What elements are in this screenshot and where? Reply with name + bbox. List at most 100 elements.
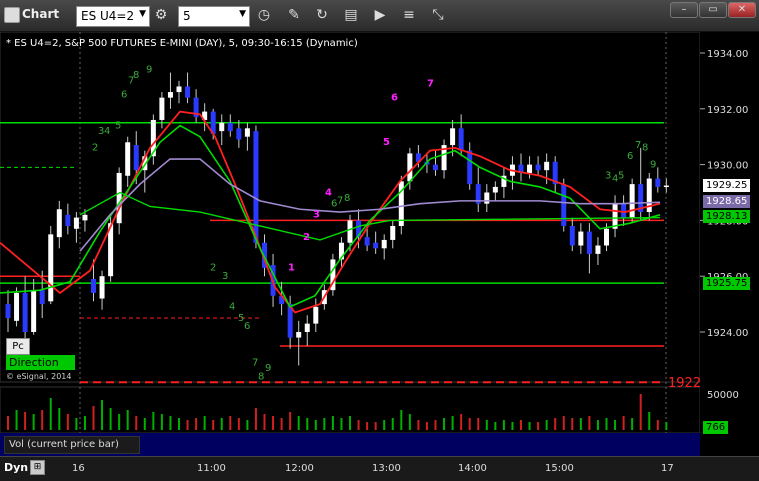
symbol-value: ES U4=2 xyxy=(81,9,135,23)
volume-bar xyxy=(323,418,326,430)
maximize-button[interactable]: ▭ xyxy=(699,2,727,18)
chart-area[interactable]: 1934.001932.001930.001928.001926.001924.… xyxy=(0,32,759,456)
volume-bar xyxy=(614,420,617,430)
time-axis-bar: Dyn ⊞ 16 11:00 12:00 13:00 14:00 15:00 1… xyxy=(0,456,759,481)
setup-count-label: 6 xyxy=(391,92,398,103)
candle-body xyxy=(544,161,550,171)
volume-bar xyxy=(349,416,351,430)
candle-body xyxy=(159,97,165,120)
volume-bar xyxy=(648,412,651,430)
play-icon[interactable]: ▶ xyxy=(369,5,391,26)
volume-bar xyxy=(588,416,591,430)
setup-count-label: 4 xyxy=(325,187,332,198)
candle-body xyxy=(48,234,54,302)
volume-bar xyxy=(374,422,377,430)
candle-body xyxy=(227,122,233,132)
candle-body xyxy=(185,86,191,98)
setup-count-label: 7 xyxy=(427,78,434,89)
candle-body xyxy=(629,184,635,218)
volume-bar xyxy=(477,418,480,430)
volume-bar xyxy=(314,420,317,430)
volume-bar xyxy=(520,420,522,430)
volume-bar xyxy=(169,416,172,430)
volume-bar xyxy=(75,418,78,430)
setup-count-label: 2 xyxy=(303,232,310,243)
candle-body xyxy=(244,128,250,137)
candle-body xyxy=(578,231,584,246)
volume-bar xyxy=(126,410,129,430)
volume-bar xyxy=(545,420,548,430)
candle-body xyxy=(364,237,370,246)
sequential-count-label: 8 xyxy=(344,193,350,204)
volume-bar xyxy=(152,412,155,430)
candle-body xyxy=(91,278,96,293)
volume-bar xyxy=(391,418,394,430)
sequential-count-label: 8 xyxy=(133,70,139,81)
chart-canvas[interactable]: 1934.001932.001930.001928.001926.001924.… xyxy=(0,32,759,456)
candle-body xyxy=(73,217,79,229)
time-label: 13:00 xyxy=(372,463,401,474)
chevron-down-icon[interactable]: ▼ xyxy=(139,9,146,19)
volume-bar xyxy=(41,410,44,430)
sequential-count-label: 9 xyxy=(146,65,152,76)
refresh-icon[interactable]: ↻ xyxy=(311,5,333,26)
link-icon[interactable]: ⤡ xyxy=(427,5,449,26)
volume-bar xyxy=(485,420,488,430)
volume-bar xyxy=(554,418,557,430)
sequential-count-label: 5 xyxy=(618,171,624,182)
minimize-button[interactable]: – xyxy=(670,2,698,18)
candle-body xyxy=(5,304,11,319)
volume-tag: 766 xyxy=(703,421,729,434)
volume-bar xyxy=(15,410,18,430)
volume-bar xyxy=(331,416,334,430)
copyright-text: © eSignal, 2014 xyxy=(6,372,72,381)
volume-bar xyxy=(58,408,61,430)
chevron-down-icon[interactable]: ▼ xyxy=(239,9,246,19)
candle-body xyxy=(347,220,353,243)
menu-icon[interactable]: ≡ xyxy=(398,5,420,26)
dyn-label[interactable]: Dyn xyxy=(4,461,28,474)
volume-bar xyxy=(263,414,266,430)
time-label: 15:00 xyxy=(545,463,574,474)
sequential-count-label: 7 xyxy=(635,140,641,151)
candle-body xyxy=(296,332,302,338)
volume-bar xyxy=(631,418,634,430)
properties-icon[interactable]: ▤ xyxy=(340,5,362,26)
candle-body xyxy=(313,306,319,324)
volume-bar xyxy=(24,412,27,430)
clock-icon[interactable]: ◷ xyxy=(253,5,275,26)
volume-bar xyxy=(622,416,625,430)
volume-bar xyxy=(451,416,454,430)
volume-bar xyxy=(468,418,471,430)
pc-button[interactable]: Pc xyxy=(6,338,30,355)
volume-bar xyxy=(665,422,668,430)
candle-body xyxy=(561,184,567,226)
interval-input[interactable]: 5 ▼ xyxy=(178,6,250,27)
time-label: 16 xyxy=(72,463,85,474)
close-button[interactable]: ✕ xyxy=(728,2,756,18)
candle-body xyxy=(450,128,456,146)
sequential-count-label: 2 xyxy=(92,143,98,154)
candle-body xyxy=(586,231,592,254)
candle-body xyxy=(22,292,28,332)
time-label: 11:00 xyxy=(197,463,226,474)
interval-value: 5 xyxy=(183,9,191,23)
candle-body xyxy=(433,164,438,171)
price-pane xyxy=(0,32,701,383)
symbol-input[interactable]: ES U4=2 ▼ xyxy=(76,6,150,27)
volume-bar xyxy=(502,420,505,430)
candle-body xyxy=(569,225,575,246)
zoom-icon[interactable]: ⊞ xyxy=(30,460,45,475)
volume-bar xyxy=(195,418,198,430)
settings-gear-icon[interactable]: ⚙ xyxy=(150,5,172,26)
time-label: 14:00 xyxy=(458,463,487,474)
volume-bar xyxy=(66,414,69,430)
volume-bar xyxy=(186,420,189,430)
direction-button[interactable]: Direction xyxy=(6,355,75,370)
candle-body xyxy=(133,145,139,171)
volume-bar xyxy=(656,420,659,430)
pencil-draw-icon[interactable]: ✎ xyxy=(283,5,305,26)
candle-body xyxy=(595,245,601,254)
price-tick-label: 1932.00 xyxy=(707,105,748,116)
volume-bar xyxy=(289,412,292,430)
